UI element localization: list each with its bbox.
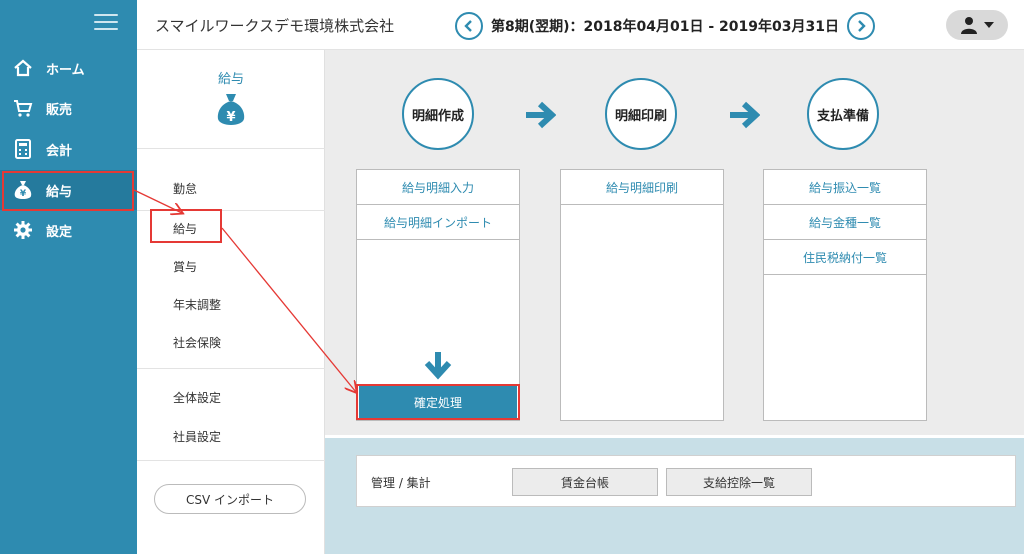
money-bag-icon: ¥ [215,92,247,128]
nav-item-label: 設定 [46,224,73,240]
step-print-panel: 給与明細印刷 [560,169,724,421]
submenu-item-employee-settings[interactable]: 社員設定 [173,428,221,445]
submenu-item-bonus[interactable]: 賞与 [173,258,197,275]
caret-down-icon [983,22,994,28]
payroll-submenu: 給与 ¥ 勤怠 給与 賞与 年末調整 社会保険 全体設定 社員設定 CSV イン… [137,50,325,554]
step-payment-prep-circle: 支払準備 [807,78,879,150]
nav-highlight-frame [2,171,134,211]
confirm-highlight-frame [356,384,520,420]
gear-icon [12,219,34,241]
nav-item-home[interactable]: ホーム [0,48,137,88]
cart-icon [12,97,34,119]
payment-deduction-list-button[interactable]: 支給控除一覧 [666,468,812,496]
submenu-title: 給与 [217,72,244,87]
prev-period-button[interactable] [455,12,483,40]
link-salary-slip-print[interactable]: 給与明細印刷 [561,170,723,205]
nav-item-label: 会計 [46,143,73,159]
nav-item-settings[interactable]: 設定 [0,210,137,250]
home-icon [12,57,34,79]
submenu-item-general-settings[interactable]: 全体設定 [173,389,221,406]
link-resident-tax-list[interactable]: 住民税納付一覧 [764,240,926,275]
chevron-left-icon [464,20,472,32]
submenu-item-attendance[interactable]: 勤怠 [173,180,197,197]
manage-bar: 管理 / 集計 賃金台帳 支給控除一覧 [356,455,1016,507]
submenu-item-social-insurance[interactable]: 社会保険 [173,334,221,351]
link-salary-transfer-list[interactable]: 給与振込一覧 [764,170,926,205]
link-salary-slip-import[interactable]: 給与明細インポート [357,205,519,240]
next-period-button[interactable] [846,12,875,40]
user-menu-button[interactable] [946,10,1008,40]
hamburger-menu-icon[interactable] [94,14,118,32]
nav-item-label: 販売 [46,102,73,118]
chevron-right-icon [858,20,866,32]
arrow-right-icon [524,101,557,129]
nav-item-sales[interactable]: 販売 [0,88,137,128]
arrow-down-icon [424,350,452,380]
link-salary-denomination-list[interactable]: 給与金種一覧 [764,205,926,240]
company-name: スマイルワークスデモ環境株式会社 [155,17,395,35]
arrow-right-icon [728,101,761,129]
step-payment-prep-panel: 給与振込一覧 給与金種一覧 住民税納付一覧 [763,169,927,421]
period-selector: 第8期(翌期)：2018年04月01日 - 2019年03月31日 [455,12,875,40]
left-nav: ホーム 販売 会計 ¥ 給与 設定 [0,0,137,554]
submenu-item-year-end[interactable]: 年末調整 [173,296,221,313]
step-create-circle: 明細作成 [402,78,474,150]
user-icon [960,17,977,34]
header: スマイルワークスデモ環境株式会社 第8期(翌期)：2018年04月01日 - 2… [137,0,1024,50]
link-salary-slip-input[interactable]: 給与明細入力 [357,170,519,205]
calculator-icon [12,138,34,160]
wage-ledger-button[interactable]: 賃金台帳 [512,468,658,496]
step-print-circle: 明細印刷 [605,78,677,150]
svg-text:¥: ¥ [226,110,235,125]
nav-item-label: ホーム [46,62,85,78]
submenu-highlight-frame [150,209,222,243]
nav-item-accounting[interactable]: 会計 [0,129,137,169]
period-text: 第8期(翌期)：2018年04月01日 - 2019年03月31日 [491,19,839,35]
manage-label: 管理 / 集計 [371,476,431,490]
csv-import-button[interactable]: CSV インポート [154,484,306,514]
